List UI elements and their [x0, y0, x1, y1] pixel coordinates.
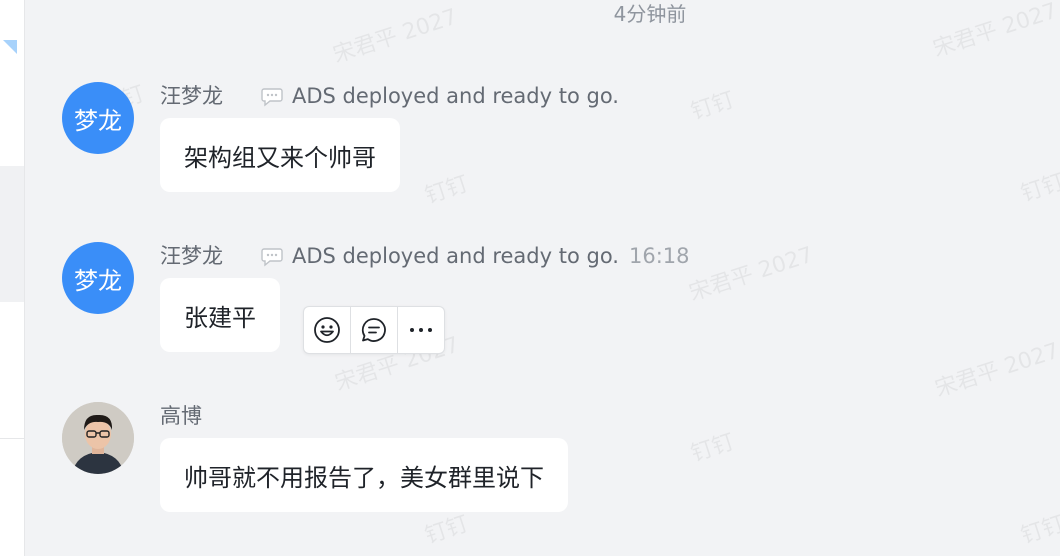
time-divider: 4分钟前 [613, 2, 687, 26]
reply-icon [361, 318, 386, 342]
watermark: 钉钉 [421, 511, 472, 550]
watermark: 钉钉 [687, 429, 738, 468]
avatar[interactable] [62, 402, 134, 474]
sender-name[interactable]: 高博 [160, 402, 202, 430]
message-text: 架构组又来个帅哥 [184, 143, 376, 172]
watermark: 钉钉 [687, 87, 738, 126]
sender-name[interactable]: 汪梦龙 [160, 242, 223, 270]
user-photo-icon [62, 402, 134, 474]
user-status: ADS deployed and ready to go. 16:18 [260, 242, 690, 270]
speech-bubble-icon [261, 248, 283, 267]
message-bubble[interactable]: 张建平 [160, 278, 280, 352]
message-timestamp: 16:18 [628, 244, 690, 268]
unread-corner-marker [3, 40, 17, 54]
emoji-reaction-button[interactable] [304, 307, 351, 353]
reply-button[interactable] [351, 307, 398, 353]
more-button[interactable] [398, 307, 444, 353]
more-icon [410, 328, 432, 332]
avatar[interactable]: 梦龙 [62, 82, 134, 154]
status-text: ADS deployed and ready to go. [292, 244, 619, 268]
watermark: 宋君平 2027 [932, 338, 1060, 403]
user-status: ADS deployed and ready to go. [260, 82, 619, 110]
sender-name[interactable]: 汪梦龙 [160, 82, 223, 110]
watermark: 宋君平 2027 [686, 242, 817, 307]
status-text: ADS deployed and ready to go. [292, 84, 619, 108]
selected-conversation-item[interactable] [0, 166, 24, 302]
message-action-toolbar [303, 306, 445, 354]
message-text: 帅哥就不用报告了，美女群里说下 [184, 463, 544, 492]
watermark: 钉钉 [1017, 169, 1060, 208]
emoji-icon [314, 317, 340, 343]
message-bubble[interactable]: 帅哥就不用报告了，美女群里说下 [160, 438, 568, 512]
list-divider [0, 438, 24, 439]
watermark: 宋君平 2027 [930, 0, 1060, 63]
watermark: 钉钉 [1017, 511, 1060, 550]
conversation-list-panel [0, 0, 25, 556]
avatar[interactable]: 梦龙 [62, 242, 134, 314]
speech-bubble-icon [261, 88, 283, 107]
message-text: 张建平 [184, 303, 256, 332]
message-bubble[interactable]: 架构组又来个帅哥 [160, 118, 400, 192]
watermark: 宋君平 2027 [330, 4, 461, 69]
watermark: 钉钉 [421, 171, 472, 210]
